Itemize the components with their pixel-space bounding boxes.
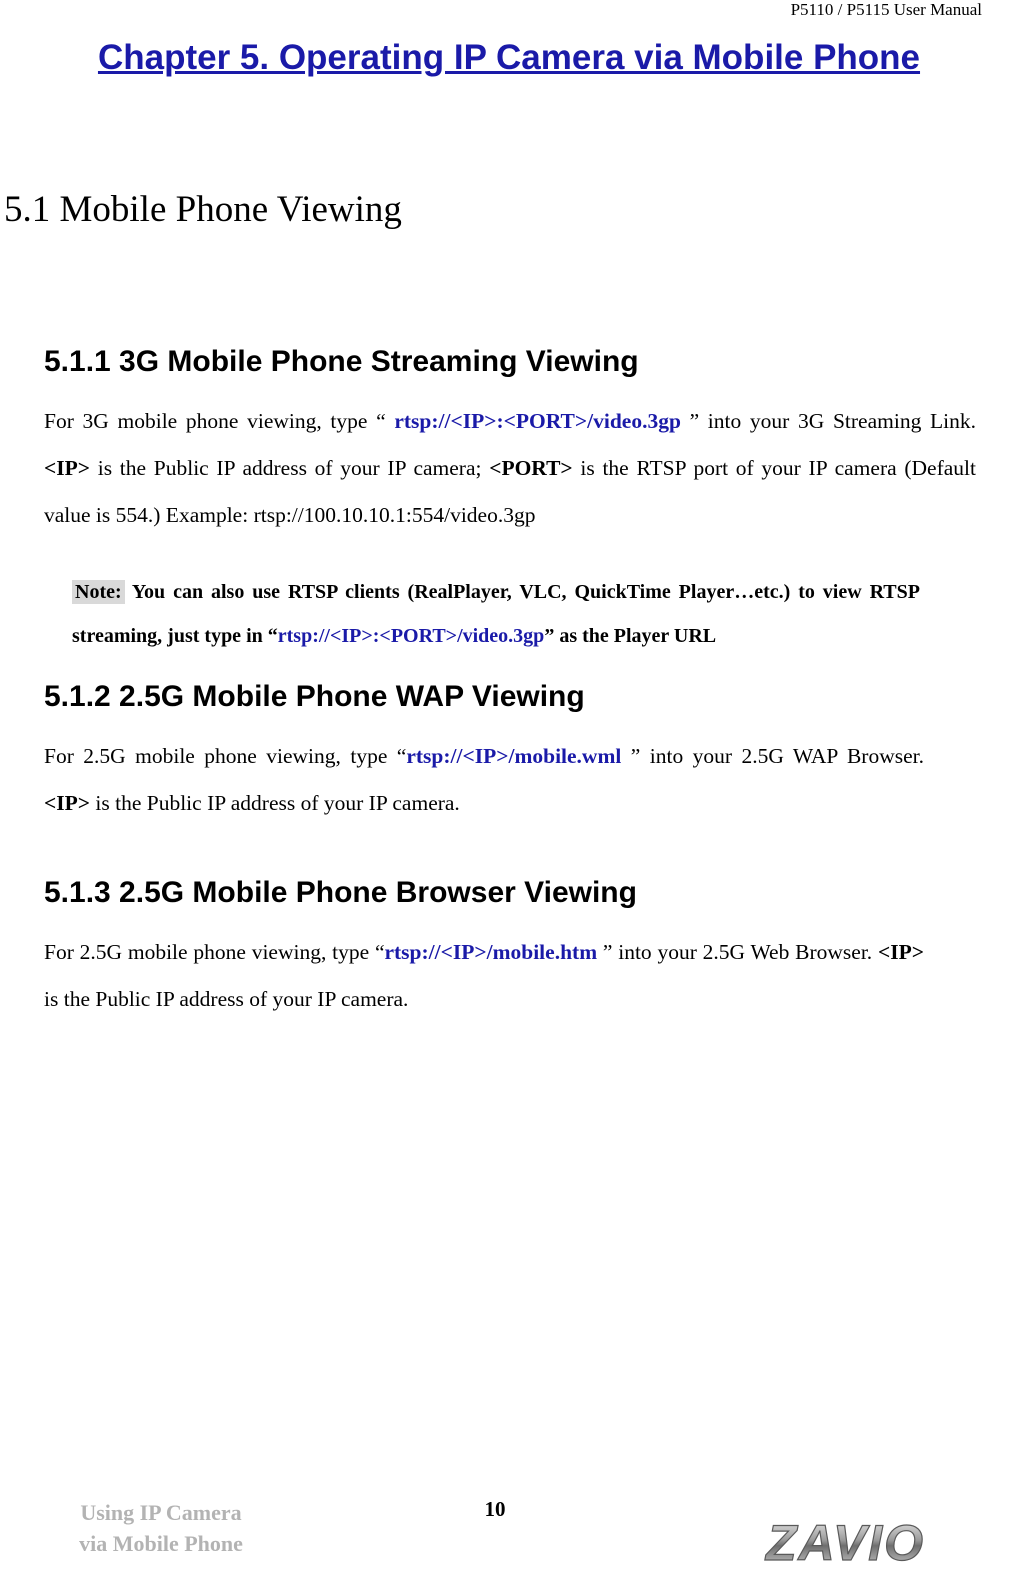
zavio-logo: ZAVIO <box>760 1510 992 1576</box>
p513-text-3: is the Public IP address of your IP came… <box>44 987 409 1011</box>
section-heading-5-1-3: 5.1.3 2.5G Mobile Phone Browser Viewing <box>44 876 637 909</box>
p513-text-2: ” into your 2.5G Web Browser. <box>597 940 878 964</box>
p512-text-3: is the Public IP address of your IP came… <box>90 791 460 815</box>
svg-text:ZAVIO: ZAVIO <box>764 1515 925 1571</box>
p512-url: rtsp://<IP>/mobile.wml <box>406 744 622 768</box>
p511-text-3: is the Public IP address of your IP came… <box>90 456 490 480</box>
manual-title: P5110 / P5115 User Manual <box>790 0 982 19</box>
p512-text-2: ” into your 2.5G WAP Browser. <box>621 744 924 768</box>
p512-text-1: For 2.5G mobile phone viewing, type “ <box>44 744 407 768</box>
p512-bold-ip: <IP> <box>44 791 91 815</box>
note-text-2: ” as the Player URL <box>544 625 717 647</box>
p511-url-1: rtsp://<IP>:<PORT>/video.3gp <box>394 409 681 433</box>
paragraph-5-1-2: For 2.5G mobile phone viewing, type “rts… <box>44 733 924 827</box>
footer-line-2: via Mobile Phone <box>79 1531 243 1556</box>
footer-chapter-label: Using IP Camera via Mobile Phone <box>46 1497 276 1559</box>
note-block: Note: You can also use RTSP clients (Rea… <box>72 570 920 658</box>
p513-text-1: For 2.5G mobile phone viewing, type “ <box>44 940 385 964</box>
p511-text-2: ” into your 3G Streaming Link. <box>680 409 977 433</box>
note-label: Note: <box>72 580 125 604</box>
p513-bold-ip: <IP> <box>877 940 924 964</box>
p511-bold-port: <PORT> <box>489 456 573 480</box>
p513-url: rtsp://<IP>/mobile.htm <box>384 940 598 964</box>
section-heading-5-1-1: 5.1.1 3G Mobile Phone Streaming Viewing <box>44 345 639 378</box>
document-page: P5110 / P5115 User Manual Chapter 5. Ope… <box>0 0 1018 1592</box>
paragraph-5-1-1: For 3G mobile phone viewing, type “ rtsp… <box>44 398 976 539</box>
footer-line-1: Using IP Camera <box>80 1500 242 1525</box>
section-heading-5-1-2: 5.1.2 2.5G Mobile Phone WAP Viewing <box>44 680 585 713</box>
chapter-title: Chapter 5. Operating IP Camera via Mobil… <box>97 38 921 77</box>
page-header: P5110 / P5115 User Manual <box>0 0 1018 20</box>
paragraph-5-1-3: For 2.5G mobile phone viewing, type “rts… <box>44 929 924 1023</box>
note-url: rtsp://<IP>:<PORT>/video.3gp <box>277 625 545 647</box>
p511-text-1: For 3G mobile phone viewing, type “ <box>44 409 395 433</box>
page-number: 10 <box>484 1497 506 1521</box>
section-heading-5-1: 5.1 Mobile Phone Viewing <box>4 189 402 230</box>
p511-bold-ip: <IP> <box>44 456 91 480</box>
